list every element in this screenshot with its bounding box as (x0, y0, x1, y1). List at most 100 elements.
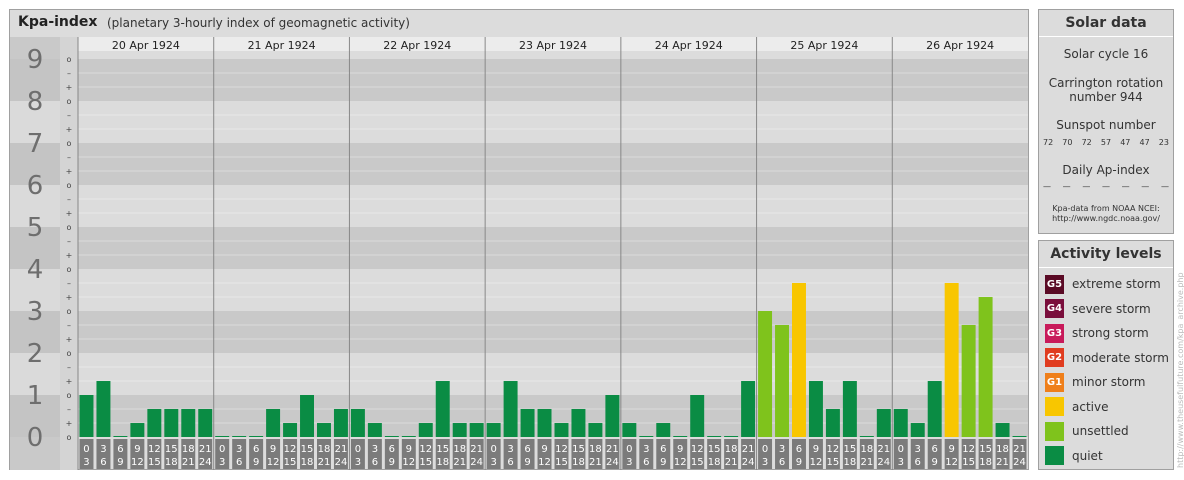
interval-start-label: 12 (827, 444, 840, 455)
carrington-line2: number 944 (1069, 90, 1143, 104)
kp-band-7 (78, 101, 1028, 143)
kp-band-1 (78, 353, 1028, 395)
sub-tick-label: – (67, 321, 71, 330)
kp-bar (741, 381, 756, 437)
kp-bar (775, 324, 789, 437)
interval-end-label: 24 (1013, 457, 1026, 468)
kp-bar (198, 408, 213, 437)
kp-bar (147, 408, 162, 437)
interval-end-label: 9 (932, 457, 938, 468)
interval-start-label: 0 (83, 444, 89, 455)
sub-tick-label: + (66, 377, 73, 386)
interval-end-label: 24 (470, 457, 483, 468)
interval-start-label: 15 (844, 444, 857, 455)
kp-bar (333, 408, 348, 437)
kp-bar (503, 381, 518, 437)
sub-tick-label: – (67, 153, 71, 162)
kpa-chart: 0123456789o+–o+–o+–o+–o+–o+–o+–o+–o+–o20… (10, 37, 1028, 470)
kp-bar (215, 436, 230, 437)
interval-start-label: 18 (182, 444, 195, 455)
kp-bar (384, 436, 399, 437)
interval-start-label: 3 (236, 444, 242, 455)
legend-swatch (1045, 397, 1064, 416)
day-label: 24 Apr 1924 (655, 39, 723, 52)
legend-swatch (1045, 421, 1064, 441)
kp-band-5 (78, 185, 1028, 227)
interval-start-label: 6 (117, 444, 123, 455)
kp-bar (605, 395, 620, 437)
solar-cycle: Solar cycle 16 (1063, 47, 1149, 61)
kp-bar (130, 423, 145, 437)
interval-end-label: 6 (236, 457, 242, 468)
legend-row: G5 extreme storm (1045, 274, 1161, 294)
y-tick-label: 6 (27, 171, 44, 201)
interval-start-label: 6 (253, 444, 259, 455)
interval-start-label: 9 (677, 444, 683, 455)
sunspot-values: 72 70 72 57 47 47 23 (1043, 138, 1169, 147)
sub-tick-label: – (67, 237, 71, 246)
sub-tick-label: + (66, 167, 73, 176)
sunspot-value: 72 (1081, 138, 1092, 147)
kp-bar (486, 423, 501, 437)
interval-end-label: 18 (708, 457, 721, 468)
interval-end-label: 18 (165, 457, 178, 468)
sunspot-title: Sunspot number (1056, 118, 1156, 132)
interval-end-label: 9 (796, 457, 802, 468)
y-tick-label: 1 (27, 381, 44, 411)
interval-end-label: 18 (979, 457, 992, 468)
sub-tick-label: – (67, 111, 71, 120)
interval-end-label: 24 (335, 457, 348, 468)
kp-bar (588, 423, 603, 437)
interval-end-label: 3 (626, 457, 632, 468)
legend-row: G1 minor storm (1045, 372, 1145, 392)
kp-bar (113, 436, 128, 437)
interval-end-label: 15 (555, 457, 568, 468)
ap-values: — — — — — — — (1043, 182, 1169, 191)
interval-start-label: 21 (1013, 444, 1026, 455)
kp-bar (418, 423, 433, 437)
sunspot-value: 47 (1139, 138, 1150, 147)
carrington-line1: Carrington rotation (1048, 76, 1164, 90)
kp-bar (673, 436, 688, 437)
interval-start-label: 21 (470, 444, 483, 455)
legend-swatch (1045, 446, 1064, 465)
y-tick-label: 9 (27, 45, 44, 75)
interval-start-label: 15 (301, 444, 314, 455)
kp-bar (622, 423, 637, 437)
y-tick-label: 8 (27, 87, 44, 117)
kp-bar (164, 408, 179, 437)
interval-start-label: 18 (996, 444, 1009, 455)
interval-end-label: 12 (810, 457, 823, 468)
interval-start-label: 3 (779, 444, 785, 455)
sub-tick-label: + (66, 209, 73, 218)
interval-start-label: 9 (134, 444, 140, 455)
interval-start-label: 15 (436, 444, 449, 455)
interval-start-label: 15 (165, 444, 178, 455)
kp-bar (554, 423, 569, 437)
ap-value: — (1062, 182, 1071, 191)
interval-end-label: 18 (436, 457, 449, 468)
ap-value: — (1121, 182, 1130, 191)
interval-end-label: 6 (643, 457, 649, 468)
sub-tick-label: o (67, 55, 72, 64)
y-tick-label: 0 (27, 423, 44, 453)
interval-start-label: 21 (742, 444, 755, 455)
kp-bar (266, 408, 281, 437)
kp-bar (232, 436, 247, 437)
interval-start-label: 6 (524, 444, 530, 455)
sub-tick-label: + (66, 83, 73, 92)
kp-bar (300, 395, 314, 437)
interval-end-label: 21 (589, 457, 602, 468)
interval-start-label: 21 (335, 444, 348, 455)
kp-bar (317, 423, 331, 437)
kp-bar (758, 311, 773, 437)
interval-start-label: 12 (284, 444, 297, 455)
sub-tick-label: o (67, 391, 72, 400)
sub-tick-label: o (67, 223, 72, 232)
interval-end-label: 15 (148, 457, 161, 468)
interval-end-label: 21 (860, 457, 873, 468)
legend-swatch: G5 (1045, 274, 1064, 294)
interval-start-label: 6 (660, 444, 666, 455)
y-tick-label: 5 (27, 213, 44, 243)
ap-title: Daily Ap-index (1062, 163, 1150, 177)
